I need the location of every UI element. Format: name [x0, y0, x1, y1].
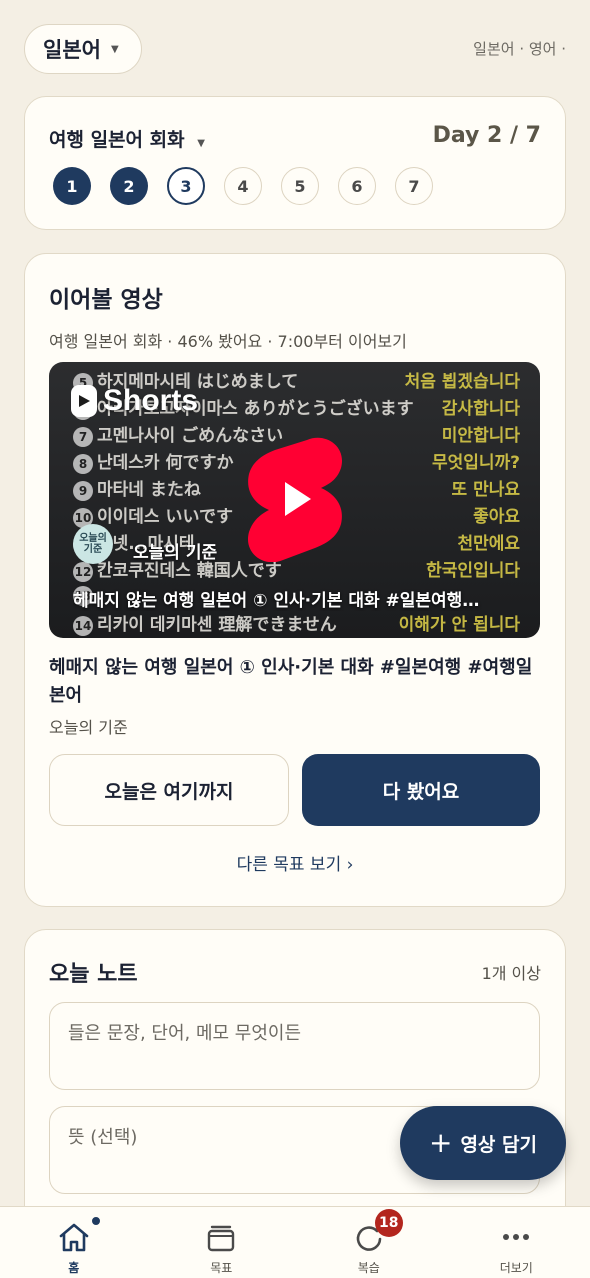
shorts-logo: Shorts	[71, 384, 198, 418]
thumbnail-caption: 헤매지 않는 여행 일본어 ① 인사·기본 대화 #일본여행…	[73, 591, 480, 611]
video-channel: 오늘의 기준	[49, 718, 128, 737]
today-note-card: 오늘 노트 1개 이상 들은 문장, 단어, 메모 무엇이든 뜻 (선택)	[24, 929, 566, 1249]
nav-item-home[interactable]: 홈	[0, 1207, 148, 1278]
day-steps: 1 2 3 4 5 6 7	[53, 167, 433, 205]
thumbnail-row: 14 리카이 데키마센 理解できません 이해가 안 됩니다	[73, 614, 520, 636]
chevron-down-icon: ▼	[197, 138, 205, 149]
day-step-7[interactable]: 7	[395, 167, 433, 205]
stop-for-today-button[interactable]: 오늘은 여기까지	[49, 754, 289, 826]
nav-item-goals[interactable]: 목표	[148, 1207, 296, 1278]
review-icon: 18	[351, 1209, 403, 1255]
review-count-badge: 18	[374, 1209, 403, 1237]
shorts-icon	[71, 385, 97, 417]
day-step-3[interactable]: 3	[167, 167, 205, 205]
plan-card: 여행 일본어 회화 ▼ Day 2 / 7 1 2 3 4 5 6 7	[24, 96, 566, 230]
day-step-6[interactable]: 6	[338, 167, 376, 205]
language-label: 일본어	[43, 38, 101, 62]
plan-title: 여행 일본어 회화	[49, 129, 185, 151]
watched-all-button[interactable]: 다 봤어요	[302, 754, 540, 826]
other-goals-link[interactable]: 다른 목표 보기 ›	[25, 850, 565, 875]
plan-selector[interactable]: 여행 일본어 회화 ▼	[49, 125, 205, 152]
add-video-label: 영상 담기	[460, 1133, 537, 1156]
day-step-1[interactable]: 1	[53, 167, 91, 205]
nav-item-review[interactable]: 18 복습	[295, 1207, 443, 1278]
note-count-hint: 1개 이상	[481, 964, 541, 983]
language-selector[interactable]: 일본어 ▼	[24, 24, 142, 74]
nav-label: 복습	[357, 1261, 380, 1275]
add-video-button[interactable]: + 영상 담기	[400, 1106, 566, 1180]
more-icon	[498, 1219, 534, 1255]
nav-item-more[interactable]: 더보기	[443, 1207, 590, 1278]
thumbnail-channel-name: 오늘의 기준	[133, 543, 218, 563]
nav-label: 홈	[68, 1261, 80, 1275]
day-progress: Day 2 / 7	[432, 123, 541, 148]
chevron-down-icon: ▼	[110, 43, 119, 55]
note-input[interactable]: 들은 문장, 단어, 메모 무엇이든	[49, 1002, 540, 1090]
day-step-5[interactable]: 5	[281, 167, 319, 205]
top-bar: 일본어 ▼ 일본어 · 영어 ·	[0, 0, 590, 96]
plus-icon: +	[428, 1126, 453, 1159]
shorts-label: Shorts	[103, 384, 199, 417]
bottom-nav: 홈 목표 18 복습 더보기	[0, 1206, 590, 1278]
notification-dot	[89, 1215, 102, 1227]
day-step-2[interactable]: 2	[110, 167, 148, 205]
continue-watching-card: 이어볼 영상 여행 일본어 회화 · 46% 봤어요 · 7:00부터 이어보기…	[24, 253, 566, 907]
video-title[interactable]: 헤매지 않는 여행 일본어 ① 인사·기본 대화 #일본여행 #여행일본어	[49, 654, 543, 710]
channel-avatar: 오늘의 기준	[73, 524, 113, 564]
video-thumbnail[interactable]: 5하지메마시테 はじめまして처음 뵙겠습니다 6아리가토고자이마스 ありがとうご…	[49, 362, 540, 638]
note-title: 오늘 노트	[49, 962, 138, 987]
progress-meta: 여행 일본어 회화 · 46% 봤어요 · 7:00부터 이어보기	[49, 332, 407, 351]
stack-icon	[203, 1219, 239, 1255]
home-icon	[56, 1215, 102, 1255]
nav-label: 목표	[210, 1261, 233, 1275]
shorts-play-icon[interactable]	[245, 436, 345, 562]
day-step-4[interactable]: 4	[224, 167, 262, 205]
section-title: 이어볼 영상	[49, 287, 163, 313]
language-list[interactable]: 일본어 · 영어 ·	[473, 38, 566, 59]
nav-label: 더보기	[499, 1261, 533, 1275]
